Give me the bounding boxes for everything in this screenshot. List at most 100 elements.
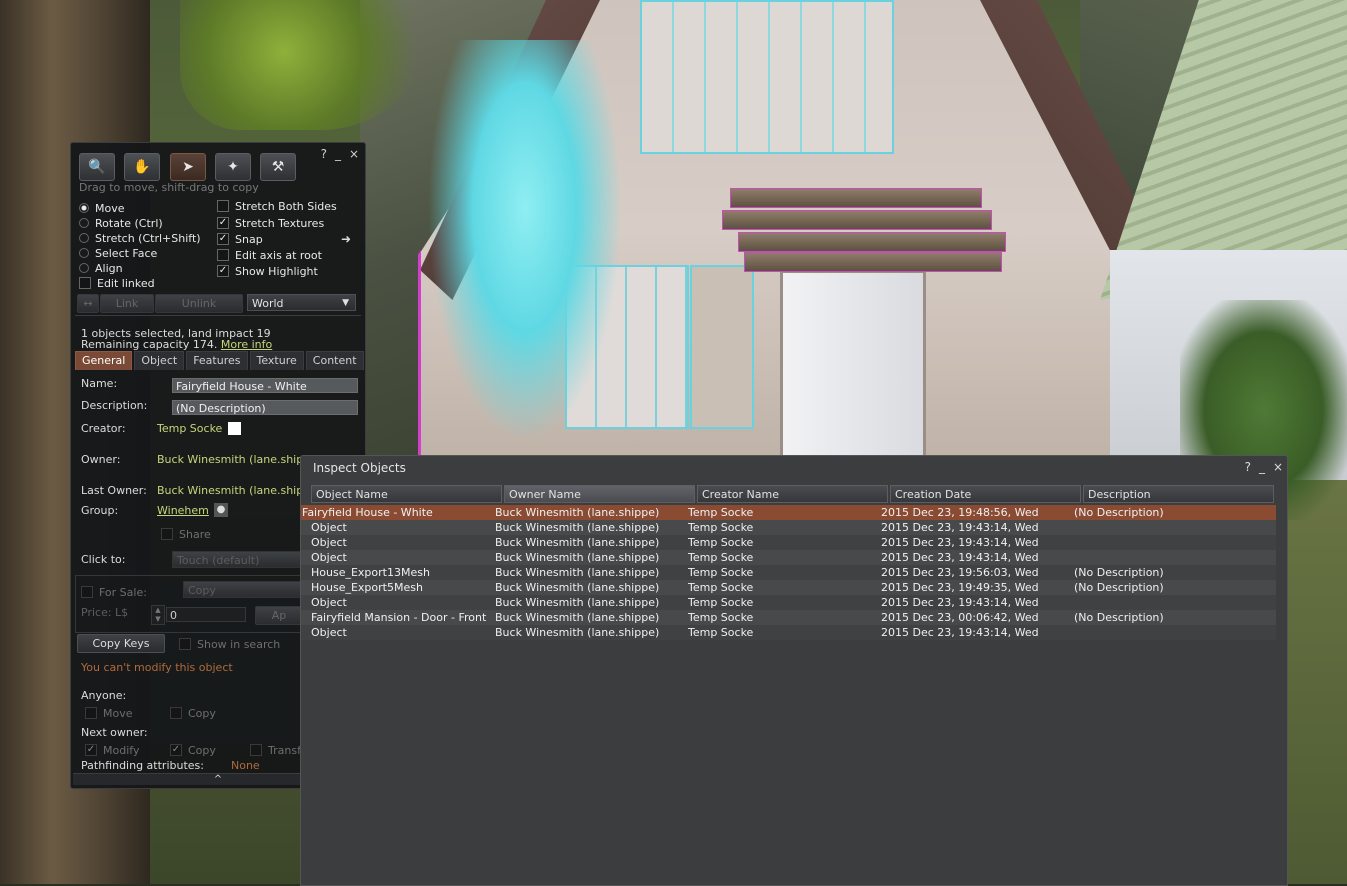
table-cell-name: Object xyxy=(311,551,347,564)
column-header-creation-date[interactable]: Creation Date xyxy=(890,485,1081,503)
stretch-both-sides-checkbox[interactable]: Stretch Both Sides xyxy=(217,199,337,213)
unlink-button[interactable]: Unlink xyxy=(155,294,243,313)
sale-type-dropdown: Copy xyxy=(183,581,302,598)
checkbox-icon xyxy=(81,586,93,598)
inspect-window-controls: ? _ × xyxy=(1245,460,1283,474)
close-button[interactable]: × xyxy=(1273,460,1283,474)
mode-align-radio[interactable]: Align xyxy=(79,261,123,275)
mode-select-face-radio[interactable]: Select Face xyxy=(79,246,157,260)
column-header-object-name[interactable]: Object Name xyxy=(311,485,502,503)
minimize-button[interactable]: _ xyxy=(1259,460,1265,474)
next-modify-checkbox: ✓ Modify xyxy=(85,743,139,757)
creator-link[interactable]: Temp Socke xyxy=(157,422,222,435)
radio-icon xyxy=(79,218,89,228)
table-cell-owner: Buck Winesmith (lane.shippe) xyxy=(495,596,660,609)
pointer-icon: ➤ xyxy=(182,159,194,175)
checkbox-label: Stretch Both Sides xyxy=(235,199,337,213)
create-tool-button[interactable]: ✦ xyxy=(215,153,251,181)
tab-general[interactable]: General xyxy=(75,351,133,370)
last-owner-link[interactable]: Buck Winesmith (lane.shipp xyxy=(157,484,310,497)
tab-object[interactable]: Object xyxy=(134,351,185,370)
checkbox-label: Copy xyxy=(188,743,216,757)
table-row[interactable]: Object Buck Winesmith (lane.shippe) Temp S… xyxy=(301,550,1276,565)
tab-content[interactable]: Content xyxy=(305,351,364,370)
table-cell-creator: Temp Socke xyxy=(688,536,754,549)
owner-link[interactable]: Buck Winesmith (lane.shipp xyxy=(157,453,310,466)
table-cell-creator: Temp Socke xyxy=(688,626,754,639)
inspect-objects-floater: Inspect Objects ? _ × Object Name Owner … xyxy=(300,455,1288,886)
checkbox-icon xyxy=(179,638,191,650)
creator-label: Creator: xyxy=(81,422,126,435)
bulldozer-icon: ⚒ xyxy=(271,159,285,175)
wand-icon: ✦ xyxy=(227,159,239,175)
checkbox-label: Snap xyxy=(235,232,263,246)
mode-rotate-radio[interactable]: Rotate (Ctrl) xyxy=(79,216,163,230)
hand-icon: ✋ xyxy=(133,159,151,175)
close-button[interactable]: × xyxy=(349,147,359,161)
mode-move-radio[interactable]: Move xyxy=(79,201,125,215)
radio-selected-icon xyxy=(79,203,89,213)
help-button[interactable]: ? xyxy=(321,147,327,161)
table-cell-name: Object xyxy=(311,596,347,609)
tab-texture[interactable]: Texture xyxy=(249,351,304,370)
column-header-description[interactable]: Description xyxy=(1083,485,1274,503)
mode-stretch-radio[interactable]: Stretch (Ctrl+Shift) xyxy=(79,231,201,245)
column-header-creator-name[interactable]: Creator Name xyxy=(697,485,888,503)
help-button[interactable]: ? xyxy=(1245,460,1251,474)
snap-options-arrow-icon[interactable]: ➜ xyxy=(341,232,351,246)
show-in-search-checkbox: Show in search xyxy=(179,637,280,651)
mode-label: Stretch (Ctrl+Shift) xyxy=(95,231,201,245)
price-field: 0 xyxy=(166,607,246,622)
group-person-icon[interactable]: ● xyxy=(214,503,228,517)
edit-axis-root-checkbox[interactable]: Edit axis at root xyxy=(217,248,322,262)
name-field[interactable]: Fairyfield House - White xyxy=(172,378,358,393)
table-cell-owner: Buck Winesmith (lane.shippe) xyxy=(495,611,660,624)
focus-tool-button[interactable]: 🔍 xyxy=(79,153,115,181)
table-cell-creator: Temp Socke xyxy=(688,521,754,534)
ruler-mode-dropdown[interactable]: World ▼ xyxy=(247,294,356,311)
table-row[interactable]: Fairyfield House - White Buck Winesmith (… xyxy=(301,505,1276,520)
table-cell-name: Fairyfield Mansion - Door - Front xyxy=(311,611,487,624)
checkbox-label: Show Highlight xyxy=(235,264,318,278)
anyone-copy-checkbox: Copy xyxy=(170,706,216,720)
stretch-textures-checkbox[interactable]: ✓ Stretch Textures xyxy=(217,216,324,230)
next-owner-label: Next owner: xyxy=(81,726,148,739)
land-tool-button[interactable]: ⚒ xyxy=(260,153,296,181)
table-body: Fairyfield House - White Buck Winesmith (… xyxy=(301,505,1276,640)
more-info-link[interactable]: More info xyxy=(221,338,272,351)
table-row[interactable]: House_Export13Mesh Buck Winesmith (lane.s… xyxy=(301,565,1276,580)
table-row[interactable]: House_Export5Mesh Buck Winesmith (lane.sh… xyxy=(301,580,1276,595)
show-highlight-checkbox[interactable]: ✓ Show Highlight xyxy=(217,264,318,278)
mode-label: Select Face xyxy=(95,246,158,260)
snap-checkbox[interactable]: ✓ Snap xyxy=(217,232,263,246)
link-button[interactable]: Link xyxy=(100,294,154,313)
table-row[interactable]: Object Buck Winesmith (lane.shippe) Temp S… xyxy=(301,520,1276,535)
table-cell-desc: (No Description) xyxy=(1074,506,1164,519)
table-cell-date: 2015 Dec 23, 19:43:14, Wed xyxy=(881,551,1039,564)
copy-keys-button[interactable]: Copy Keys xyxy=(77,634,165,653)
table-cell-date: 2015 Dec 23, 19:43:14, Wed xyxy=(881,536,1039,549)
column-header-owner-name[interactable]: Owner Name xyxy=(504,485,695,503)
edit-linked-checkbox[interactable]: Edit linked xyxy=(79,276,155,290)
checkbox-icon xyxy=(217,200,229,212)
table-row[interactable]: Object Buck Winesmith (lane.shippe) Temp S… xyxy=(301,625,1276,640)
table-row[interactable]: Object Buck Winesmith (lane.shippe) Temp S… xyxy=(301,595,1276,610)
dropdown-value: World xyxy=(252,297,284,310)
edit-tool-button[interactable]: ➤ xyxy=(170,153,206,181)
table-cell-name: House_Export13Mesh xyxy=(311,566,430,579)
table-cell-owner: Buck Winesmith (lane.shippe) xyxy=(495,551,660,564)
tab-features[interactable]: Features xyxy=(186,351,248,370)
move-tool-button[interactable]: ✋ xyxy=(124,153,160,181)
group-link[interactable]: Winehem xyxy=(157,504,209,517)
creator-profile-icon[interactable] xyxy=(228,422,241,435)
pathfinding-label: Pathfinding attributes: xyxy=(81,759,204,772)
minimize-button[interactable]: _ xyxy=(335,147,341,161)
owner-label: Owner: xyxy=(81,453,121,466)
next-copy-checkbox: ✓ Copy xyxy=(170,743,216,757)
table-cell-owner: Buck Winesmith (lane.shippe) xyxy=(495,581,660,594)
checkbox-icon xyxy=(85,707,97,719)
table-row[interactable]: Object Buck Winesmith (lane.shippe) Temp S… xyxy=(301,535,1276,550)
description-field[interactable]: (No Description) xyxy=(172,400,358,415)
table-row[interactable]: Fairyfield Mansion - Door - Front Buck Wi… xyxy=(301,610,1276,625)
checkbox-icon xyxy=(250,744,262,756)
